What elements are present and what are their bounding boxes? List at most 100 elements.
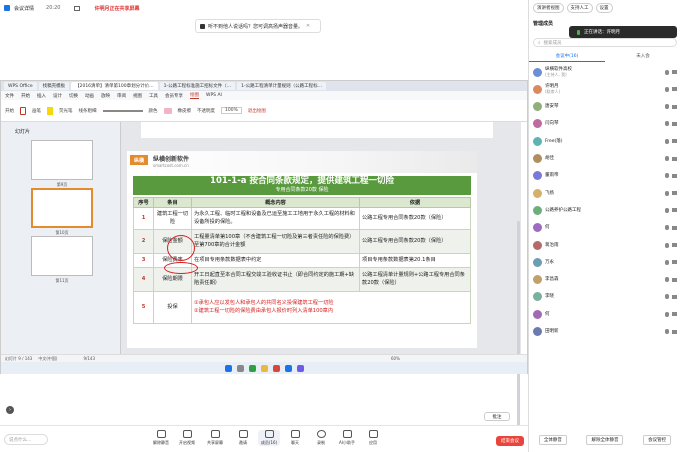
vertical-scrollbar[interactable] — [517, 221, 520, 431]
toolbar-members[interactable]: 成员(16) — [258, 430, 280, 446]
mic-muted-icon[interactable] — [665, 294, 669, 300]
menu-item[interactable]: 工具 — [149, 93, 158, 99]
start-icon[interactable] — [224, 364, 232, 372]
collapse-arrow-icon[interactable]: › — [6, 406, 14, 414]
meeting-control-button[interactable]: 会议管控 — [643, 435, 672, 445]
mic-muted-icon[interactable] — [665, 104, 669, 110]
camera-off-icon[interactable] — [672, 277, 677, 282]
camera-off-icon[interactable] — [672, 191, 677, 196]
camera-off-icon[interactable] — [672, 260, 677, 265]
toolbar-unmute[interactable]: 解除静音 — [150, 430, 172, 446]
menu-item[interactable]: 审阅 — [117, 93, 126, 99]
slide-thumbnail[interactable] — [31, 236, 93, 276]
member-row[interactable]: 何 — [533, 222, 677, 234]
tool-line-width[interactable]: 线条粗细 — [79, 108, 97, 114]
camera-off-icon[interactable] — [672, 312, 677, 317]
tool-color[interactable]: 颜色 — [149, 108, 158, 114]
close-icon[interactable]: ✕ — [306, 23, 310, 29]
slide-thumbnail-selected[interactable] — [31, 188, 93, 228]
app-icon[interactable] — [296, 364, 304, 372]
mic-muted-icon[interactable] — [665, 259, 669, 265]
menu-item[interactable]: 放映 — [101, 93, 110, 99]
wps-tab[interactable]: WPS Office — [4, 82, 37, 90]
menu-item-ai[interactable]: WPS AI — [206, 93, 222, 98]
camera-off-icon[interactable] — [672, 139, 677, 144]
wps-icon[interactable] — [272, 364, 280, 372]
tool-exit-draw[interactable]: 退出绘图 — [248, 108, 266, 114]
tool-pen[interactable]: 画笔 — [32, 108, 41, 114]
status-zoom[interactable]: 60% — [391, 356, 400, 361]
camera-off-icon[interactable] — [672, 173, 677, 178]
member-search-input[interactable]: ⌕ 搜索成员 — [533, 38, 677, 47]
mic-muted-icon[interactable] — [665, 156, 669, 161]
menu-item[interactable]: 会员专享 — [165, 93, 183, 99]
toolbar-apps[interactable]: 应用 — [362, 430, 384, 446]
highlighter-icon[interactable] — [47, 106, 53, 115]
pen-icon[interactable] — [20, 106, 26, 115]
end-meeting-button[interactable]: 结束会议 — [496, 436, 524, 446]
mic-muted-icon[interactable] — [665, 138, 669, 144]
mic-muted-icon[interactable] — [665, 225, 669, 231]
mic-muted-icon[interactable] — [665, 207, 669, 213]
toolbar-record[interactable]: 录制 — [310, 430, 332, 446]
camera-off-icon[interactable] — [672, 70, 677, 74]
eraser-icon[interactable] — [163, 107, 172, 114]
presenter-view-button[interactable]: 演讲者视图 — [533, 3, 564, 13]
camera-off-icon[interactable] — [672, 329, 677, 334]
slide-thumbnail[interactable] — [31, 140, 93, 180]
wps-tab[interactable]: 1-公路工程清单计量规则（公路工程标… — [237, 82, 327, 90]
menu-item[interactable]: 设计 — [53, 93, 62, 99]
tool-eraser[interactable]: 橡皮擦 — [178, 108, 192, 114]
mic-muted-icon[interactable] — [665, 173, 669, 179]
mic-muted-icon[interactable] — [665, 311, 669, 317]
comment-button[interactable]: 批注 — [484, 412, 510, 421]
meeting-info-label[interactable]: 会议详情 — [14, 5, 34, 12]
member-row[interactable]: 董雨帝 — [533, 170, 677, 182]
wps-tab-active[interactable]: 【2016清单】清单第100章划分计价… — [71, 82, 158, 90]
toolbar-invite[interactable]: 邀请 — [232, 430, 254, 446]
toolbar-chat[interactable]: 聊天 — [284, 430, 306, 446]
member-row[interactable]: 唐安琴 — [533, 101, 677, 113]
mic-muted-icon[interactable] — [665, 329, 669, 334]
menu-item[interactable]: 动画 — [85, 93, 94, 99]
camera-off-icon[interactable] — [672, 87, 677, 92]
member-row[interactable]: 万永 — [533, 256, 677, 268]
menu-item[interactable]: 文件 — [5, 93, 14, 99]
support-button[interactable]: 支持人工 — [566, 3, 593, 13]
mic-muted-icon[interactable] — [665, 242, 669, 248]
tool-start[interactable]: 开始 — [5, 108, 14, 114]
tab-not-joined[interactable]: 未入会 — [605, 52, 680, 62]
member-row[interactable]: 许明月 (联席人) — [533, 83, 677, 95]
member-row[interactable]: 李晓 — [533, 291, 677, 303]
wps-tab[interactable]: 找稿壳模板 — [38, 82, 70, 90]
member-row[interactable]: 何 — [533, 308, 677, 320]
chat-input[interactable]: 说点什么… — [4, 434, 48, 445]
member-row[interactable]: 飞扬 — [533, 187, 677, 199]
mic-muted-icon[interactable] — [665, 121, 669, 127]
menu-item-draw[interactable]: 绘图 — [190, 92, 199, 99]
camera-off-icon[interactable] — [672, 121, 677, 126]
member-row[interactable]: 田明新 — [533, 326, 677, 338]
mic-muted-icon[interactable] — [665, 86, 669, 92]
folder-icon[interactable] — [260, 364, 268, 372]
meeting-info-icon[interactable] — [4, 5, 10, 11]
tool-highlighter[interactable]: 荧光笔 — [59, 108, 73, 114]
camera-off-icon[interactable] — [672, 294, 677, 299]
browser-icon[interactable] — [248, 364, 256, 372]
status-page[interactable]: 9/143 — [83, 356, 95, 361]
menu-item[interactable]: 插入 — [37, 93, 46, 99]
mic-muted-icon[interactable] — [665, 69, 669, 75]
settings-button[interactable]: 设置 — [595, 3, 613, 13]
camera-off-icon[interactable] — [672, 243, 677, 247]
toolbar-video[interactable]: 开启视频 — [176, 430, 198, 446]
member-row[interactable]: 蒋治雨 — [533, 239, 677, 251]
toolbar-ai[interactable]: AI小助手 — [336, 430, 358, 446]
camera-off-icon[interactable] — [672, 156, 677, 161]
search-icon[interactable] — [236, 364, 244, 372]
wps-tab[interactable]: 1-公路工程标准施工招标文件（… — [159, 82, 236, 90]
member-row[interactable]: 胡佳 — [533, 153, 677, 165]
width-slider[interactable] — [102, 109, 143, 112]
menu-item[interactable]: 切换 — [69, 93, 78, 99]
member-row[interactable]: Free(落) — [533, 135, 677, 147]
member-row[interactable]: 公路养护公路工程 — [533, 204, 677, 216]
